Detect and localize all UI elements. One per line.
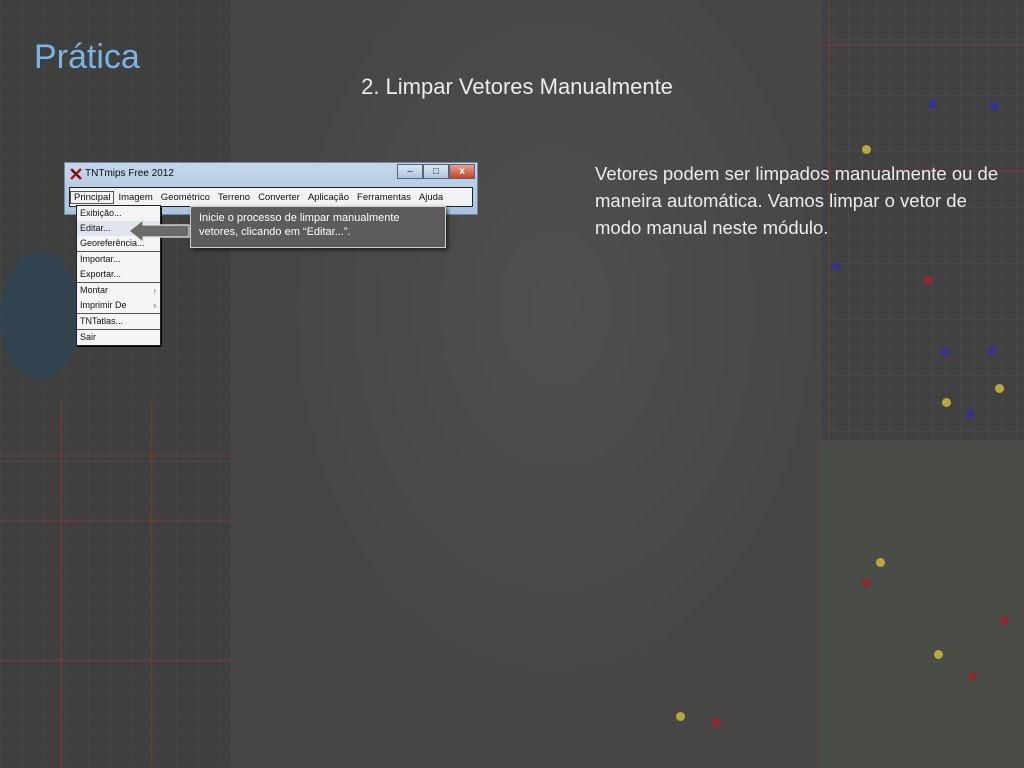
left-city-map bbox=[0, 0, 230, 768]
map-point bbox=[1000, 616, 1009, 625]
map-point bbox=[924, 276, 933, 285]
menu-geometrico[interactable]: Geométrico bbox=[157, 192, 214, 203]
slide-subtitle: 2. Limpar Vetores Manualmente bbox=[361, 74, 673, 99]
window-titlebar[interactable]: TNTmips Free 2012 – □ x bbox=[65, 163, 477, 185]
slide-body-text: Vetores podem ser limpados manualmente o… bbox=[595, 163, 999, 238]
road-line bbox=[820, 44, 1024, 46]
map-point bbox=[862, 145, 871, 154]
road-line bbox=[0, 520, 230, 522]
road-line bbox=[0, 660, 230, 662]
map-point bbox=[941, 347, 950, 356]
river-shape bbox=[0, 250, 80, 380]
close-button[interactable]: x bbox=[449, 164, 475, 179]
menu-item-importar[interactable]: Importar... bbox=[77, 252, 160, 267]
map-point bbox=[990, 102, 999, 111]
minimize-button[interactable]: – bbox=[397, 164, 423, 179]
maximize-button[interactable]: □ bbox=[423, 164, 449, 179]
menu-principal[interactable]: Principal bbox=[70, 190, 115, 204]
menu-item-exportar[interactable]: Exportar... bbox=[77, 267, 160, 282]
menu-item-tntatlas[interactable]: TNTatlas... bbox=[77, 314, 160, 329]
map-point bbox=[968, 672, 977, 681]
menu-item-label: Montar bbox=[80, 285, 109, 295]
menu-converter[interactable]: Converter bbox=[254, 192, 304, 203]
instruction-callout: Inicie o processo de limpar manualmente … bbox=[190, 206, 446, 248]
menu-ajuda[interactable]: Ajuda bbox=[415, 192, 447, 203]
map-point bbox=[928, 100, 937, 109]
menu-imagem[interactable]: Imagem bbox=[114, 192, 156, 203]
map-point bbox=[862, 578, 871, 587]
map-point bbox=[832, 262, 841, 271]
map-point bbox=[995, 384, 1004, 393]
map-point bbox=[934, 650, 943, 659]
menu-item-imprimir-de[interactable]: Imprimir De › bbox=[77, 298, 160, 313]
center-historic-map bbox=[230, 0, 820, 768]
map-point bbox=[676, 712, 685, 721]
menu-item-sair[interactable]: Sair bbox=[77, 330, 160, 345]
road-line bbox=[150, 400, 152, 768]
map-point bbox=[942, 398, 951, 407]
menu-bar: Principal Imagem Geométrico Terreno Conv… bbox=[69, 187, 473, 207]
road-line bbox=[0, 455, 230, 457]
menu-item-montar[interactable]: Montar › bbox=[77, 283, 160, 298]
left-arrow-icon bbox=[128, 219, 190, 243]
menu-terreno[interactable]: Terreno bbox=[214, 192, 254, 203]
menu-item-label: Imprimir De bbox=[80, 300, 127, 310]
background-map bbox=[0, 0, 1024, 768]
menu-aplicacao[interactable]: Aplicação bbox=[304, 192, 353, 203]
submenu-arrow-icon: › bbox=[153, 301, 156, 310]
road-line bbox=[60, 400, 62, 768]
submenu-arrow-icon: › bbox=[153, 286, 156, 295]
map-point bbox=[988, 346, 997, 355]
map-point bbox=[712, 718, 721, 727]
tntmips-app-icon bbox=[70, 168, 82, 180]
menu-ferramentas[interactable]: Ferramentas bbox=[353, 192, 415, 203]
right-aerial-map bbox=[820, 440, 1024, 768]
window-title: TNTmips Free 2012 bbox=[85, 168, 174, 179]
map-point bbox=[966, 410, 975, 419]
slide-title: Prática bbox=[34, 38, 140, 76]
map-point bbox=[876, 558, 885, 567]
